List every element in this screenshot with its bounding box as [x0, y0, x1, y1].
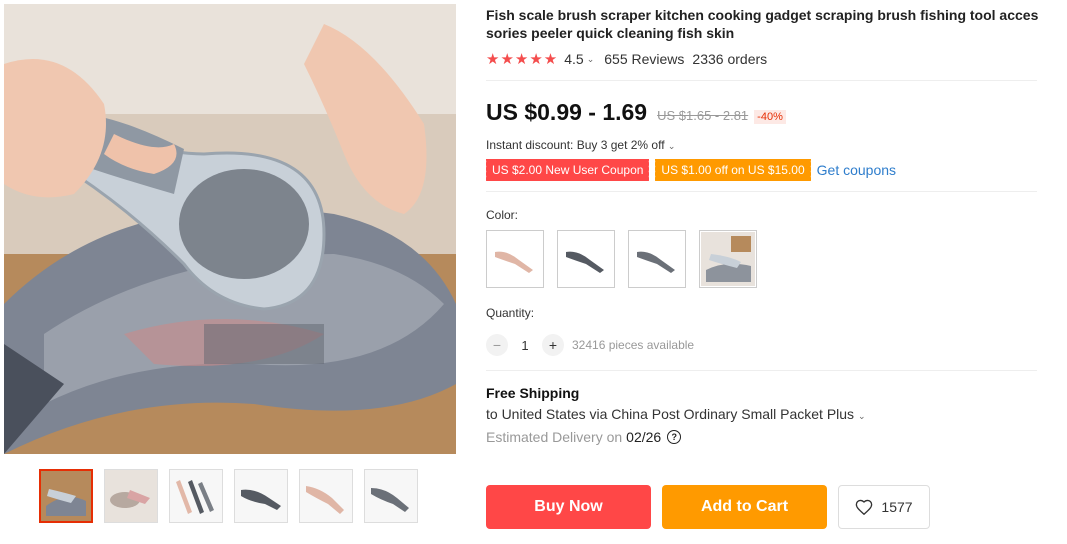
pieces-available: 32416 pieces available — [572, 338, 695, 352]
color-option-set[interactable] — [699, 230, 757, 288]
thumbnail-image-icon — [235, 470, 287, 522]
thumbnail-5[interactable] — [299, 469, 353, 523]
original-price: US $1.65 - 2.81 — [657, 108, 749, 123]
thumbnail-image-icon — [365, 470, 417, 522]
product-title: Fish scale brush scraper kitchen cooking… — [486, 7, 1039, 41]
thumbnail-strip — [39, 469, 418, 523]
add-to-cart-button[interactable]: Add to Cart — [662, 485, 827, 529]
color-option-gray[interactable] — [628, 230, 686, 288]
shipping-title: Free Shipping — [486, 385, 580, 401]
rating-row: ★★★★★ 4.5 ⌄ 655 Reviews 2336 orders — [486, 50, 1041, 68]
minus-icon[interactable]: − — [486, 334, 508, 356]
shipping-destination-text: to United States via China Post Ordinary… — [486, 406, 855, 422]
new-user-coupon[interactable]: US $2.00 New User Coupon — [483, 159, 650, 181]
chevron-down-icon: ⌄ — [667, 141, 676, 151]
discount-badge: -40% — [754, 110, 786, 124]
chevron-down-icon[interactable]: ⌄ — [587, 54, 595, 65]
orders-count: 2336 orders — [692, 51, 768, 67]
delivery-date: 02/26 — [626, 429, 662, 445]
color-option-pink[interactable] — [486, 230, 544, 288]
price-row: US $0.99 - 1.69 US $1.65 - 2.81 -40% — [486, 99, 1041, 126]
plus-icon[interactable]: + — [542, 334, 564, 356]
thumbnail-image-icon — [105, 470, 157, 522]
rating-score[interactable]: 4.5 — [564, 51, 583, 67]
chevron-down-icon: ⌄ — [857, 411, 866, 421]
scraper-light-gray-icon — [637, 251, 675, 273]
thumbnail-3[interactable] — [169, 469, 223, 523]
reviews-link[interactable]: 655 Reviews — [604, 51, 684, 67]
estimated-delivery-label: Estimated Delivery on — [486, 429, 623, 445]
thumbnail-image-icon — [300, 470, 352, 522]
thumbnail-image-icon — [41, 471, 91, 521]
divider — [486, 370, 1037, 371]
product-info-panel: Fish scale brush scraper kitchen cooking… — [483, 6, 1041, 445]
wishlist-button[interactable]: 1577 — [838, 485, 930, 529]
action-buttons: Buy Now Add to Cart 1577 — [486, 485, 930, 529]
fish-scraper-photo — [4, 4, 456, 454]
scraper-pink-icon — [495, 251, 533, 273]
quantity-label: Quantity: — [486, 306, 535, 320]
buy-now-button[interactable]: Buy Now — [486, 485, 651, 529]
instant-discount-text: Instant discount: Buy 3 get 2% off — [486, 138, 665, 152]
estimated-delivery: Estimated Delivery on 02/26 ? — [486, 429, 1041, 445]
coupons-row: US $2.00 New User Coupon US $1.00 off on… — [483, 159, 1041, 181]
instant-discount[interactable]: Instant discount: Buy 3 get 2% off ⌄ — [486, 138, 1041, 152]
thumbnail-6[interactable] — [364, 469, 418, 523]
scraper-gray-icon — [566, 251, 604, 273]
get-coupons-link[interactable]: Get coupons — [817, 162, 896, 178]
main-product-image[interactable] — [4, 4, 456, 454]
thumbnail-image-icon — [170, 470, 222, 522]
quantity-input[interactable]: 1 — [508, 338, 542, 353]
current-price: US $0.99 - 1.69 — [486, 99, 648, 125]
color-option-dark-gray[interactable] — [557, 230, 615, 288]
heart-icon — [856, 499, 873, 515]
store-coupon[interactable]: US $1.00 off on US $15.00 — [653, 159, 811, 181]
help-icon[interactable]: ? — [667, 430, 682, 444]
color-label: Color: — [486, 208, 519, 222]
thumbnail-2[interactable] — [104, 469, 158, 523]
divider — [486, 80, 1037, 81]
star-rating-icon: ★★★★★ — [486, 51, 559, 68]
thumbnail-4[interactable] — [234, 469, 288, 523]
shipping-destination[interactable]: to United States via China Post Ordinary… — [486, 406, 1041, 422]
divider — [486, 191, 1037, 192]
wishlist-count: 1577 — [881, 499, 913, 515]
scraper-set-photo-icon — [701, 232, 755, 286]
quantity-stepper: − 1 + 32416 pieces available — [486, 334, 1041, 356]
thumbnail-1[interactable] — [39, 469, 93, 523]
color-options — [486, 230, 1041, 288]
